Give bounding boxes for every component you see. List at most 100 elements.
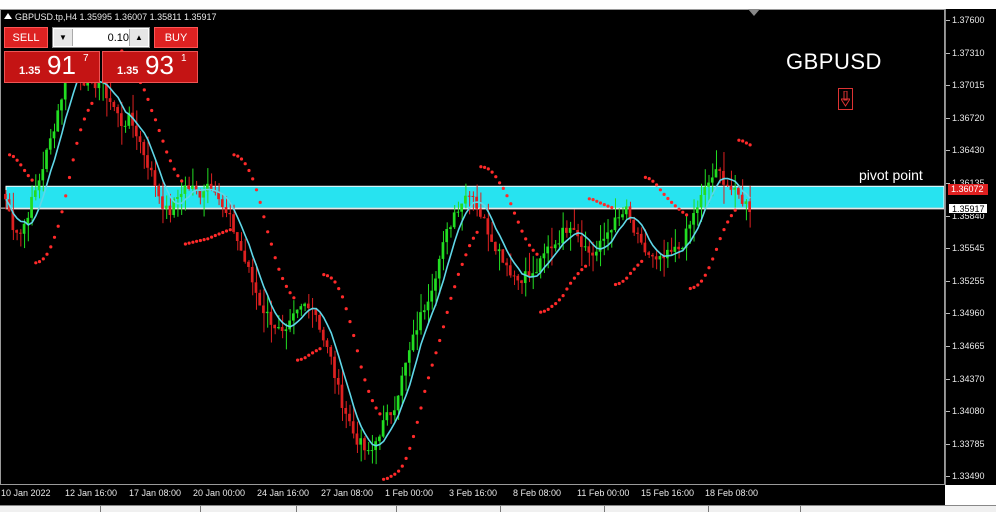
candle-body — [707, 182, 710, 187]
chart-shift-marker-icon[interactable] — [748, 9, 760, 16]
candle-body — [710, 177, 714, 183]
collapse-triangle-icon[interactable] — [4, 13, 12, 19]
candle-body — [37, 180, 41, 191]
sar-dot — [714, 247, 719, 251]
candle-body — [119, 113, 123, 127]
candle-body — [220, 199, 224, 208]
candle-body — [636, 232, 639, 234]
sar-dot — [191, 240, 195, 244]
lot-size-input[interactable] — [75, 28, 129, 47]
candle-body — [265, 311, 269, 314]
chart-window[interactable]: GBPUSD.tp,H4 1.35995 1.36007 1.35811 1.3… — [0, 0, 996, 512]
candle-body — [396, 395, 400, 411]
candle-body — [60, 99, 63, 111]
sar-dot — [542, 309, 547, 313]
sell-price-prefix: 1.35 — [19, 65, 41, 77]
sell-price-button[interactable]: 1.35 91 7 — [4, 50, 100, 83]
sar-dot — [303, 356, 307, 360]
sar-dot — [86, 108, 90, 112]
sar-dot — [228, 228, 232, 232]
sar-dot — [449, 296, 453, 300]
sar-dot — [296, 358, 300, 362]
sar-dot — [726, 220, 730, 224]
candle-body — [355, 433, 359, 445]
down-arrow-icon[interactable] — [838, 88, 853, 110]
sar-dot — [374, 406, 378, 410]
candle-body — [479, 208, 482, 217]
candle-body — [153, 170, 157, 186]
sar-dot — [41, 257, 45, 261]
candle-body — [168, 205, 172, 216]
lot-decrease-icon[interactable]: ▼ — [54, 29, 73, 46]
time-tick-label: 15 Feb 16:00 — [641, 488, 695, 498]
pivot-zone-band[interactable] — [5, 185, 944, 210]
sar-dot — [221, 230, 225, 235]
candle-body — [546, 246, 550, 254]
candle-body — [97, 82, 101, 89]
lot-size-stepper[interactable]: ▼ ▲ — [52, 27, 150, 48]
buy-price-button[interactable]: 1.35 93 1 — [102, 50, 198, 83]
price-tick-label: 1.35255 — [946, 275, 985, 286]
buy-price-fraction: 1 — [181, 53, 187, 64]
sar-dot — [340, 295, 345, 299]
candle-body — [224, 207, 228, 213]
symbol-info: GBPUSD.tp,H4 1.35995 1.36007 1.35811 1.3… — [4, 12, 217, 22]
sar-dot — [161, 139, 165, 143]
sar-dot — [359, 365, 363, 369]
tab-separator — [396, 506, 397, 512]
sar-dot — [479, 165, 483, 169]
time-tick-label: 27 Jan 08:00 — [321, 488, 374, 498]
candle-body — [318, 314, 321, 330]
candle-body — [714, 169, 718, 178]
time-axis[interactable]: 10 Jan 2022 12 Jan 16:00 17 Jan 08:00 20 Ja… — [0, 485, 945, 505]
sar-dot — [580, 268, 584, 272]
sar-dot — [8, 153, 12, 157]
time-tick-label: 1 Feb 00:00 — [385, 488, 434, 498]
sar-dot — [30, 178, 34, 182]
candle-body — [434, 278, 437, 291]
candle-body — [340, 384, 344, 408]
candle-body — [658, 256, 662, 260]
time-tick-label: 8 Feb 08:00 — [513, 488, 562, 498]
lot-increase-icon[interactable]: ▲ — [129, 29, 148, 46]
buy-button[interactable]: BUY — [154, 27, 198, 48]
sar-dot — [498, 181, 502, 185]
time-tick-label: 24 Jan 16:00 — [257, 488, 310, 498]
candle-body — [288, 320, 291, 330]
tab-separator — [200, 506, 201, 512]
candle-body — [336, 377, 340, 385]
candle-body — [464, 195, 467, 204]
candle-body — [273, 324, 277, 329]
candle-body — [561, 227, 564, 244]
candle-body — [381, 420, 385, 437]
sar-dot — [565, 287, 569, 291]
candle-body — [348, 413, 351, 422]
candle-body — [284, 329, 288, 332]
sar-dot — [527, 243, 532, 247]
candle-body — [18, 232, 22, 234]
sar-dot — [576, 272, 580, 276]
candle-body — [669, 249, 673, 252]
price-tick-label: 1.34665 — [946, 341, 985, 351]
sar-dot — [153, 118, 158, 122]
candle-body — [486, 218, 490, 235]
sar-dot — [748, 143, 752, 147]
price-tick-label: 1.33785 — [946, 438, 985, 449]
time-tick-label: 10 Jan 2022 — [1, 488, 51, 498]
sar-dot — [628, 271, 633, 275]
candle-body — [452, 212, 456, 228]
candle-body — [598, 240, 602, 252]
sar-dot — [587, 197, 591, 201]
sar-dot — [419, 406, 423, 410]
sar-dot — [382, 477, 386, 481]
sell-button[interactable]: SELL — [4, 27, 48, 48]
price-axis[interactable]: 1.37600 1.37310 1.37015 1.36720 1.36430 1.361… — [945, 9, 996, 485]
candle-body — [748, 201, 751, 213]
candle-body — [176, 197, 179, 199]
candle-body — [643, 242, 647, 253]
sar-dot — [591, 198, 595, 202]
candle-body — [392, 410, 396, 416]
candle-body — [718, 169, 722, 171]
sar-dot — [441, 325, 446, 329]
candle-body — [542, 253, 546, 259]
